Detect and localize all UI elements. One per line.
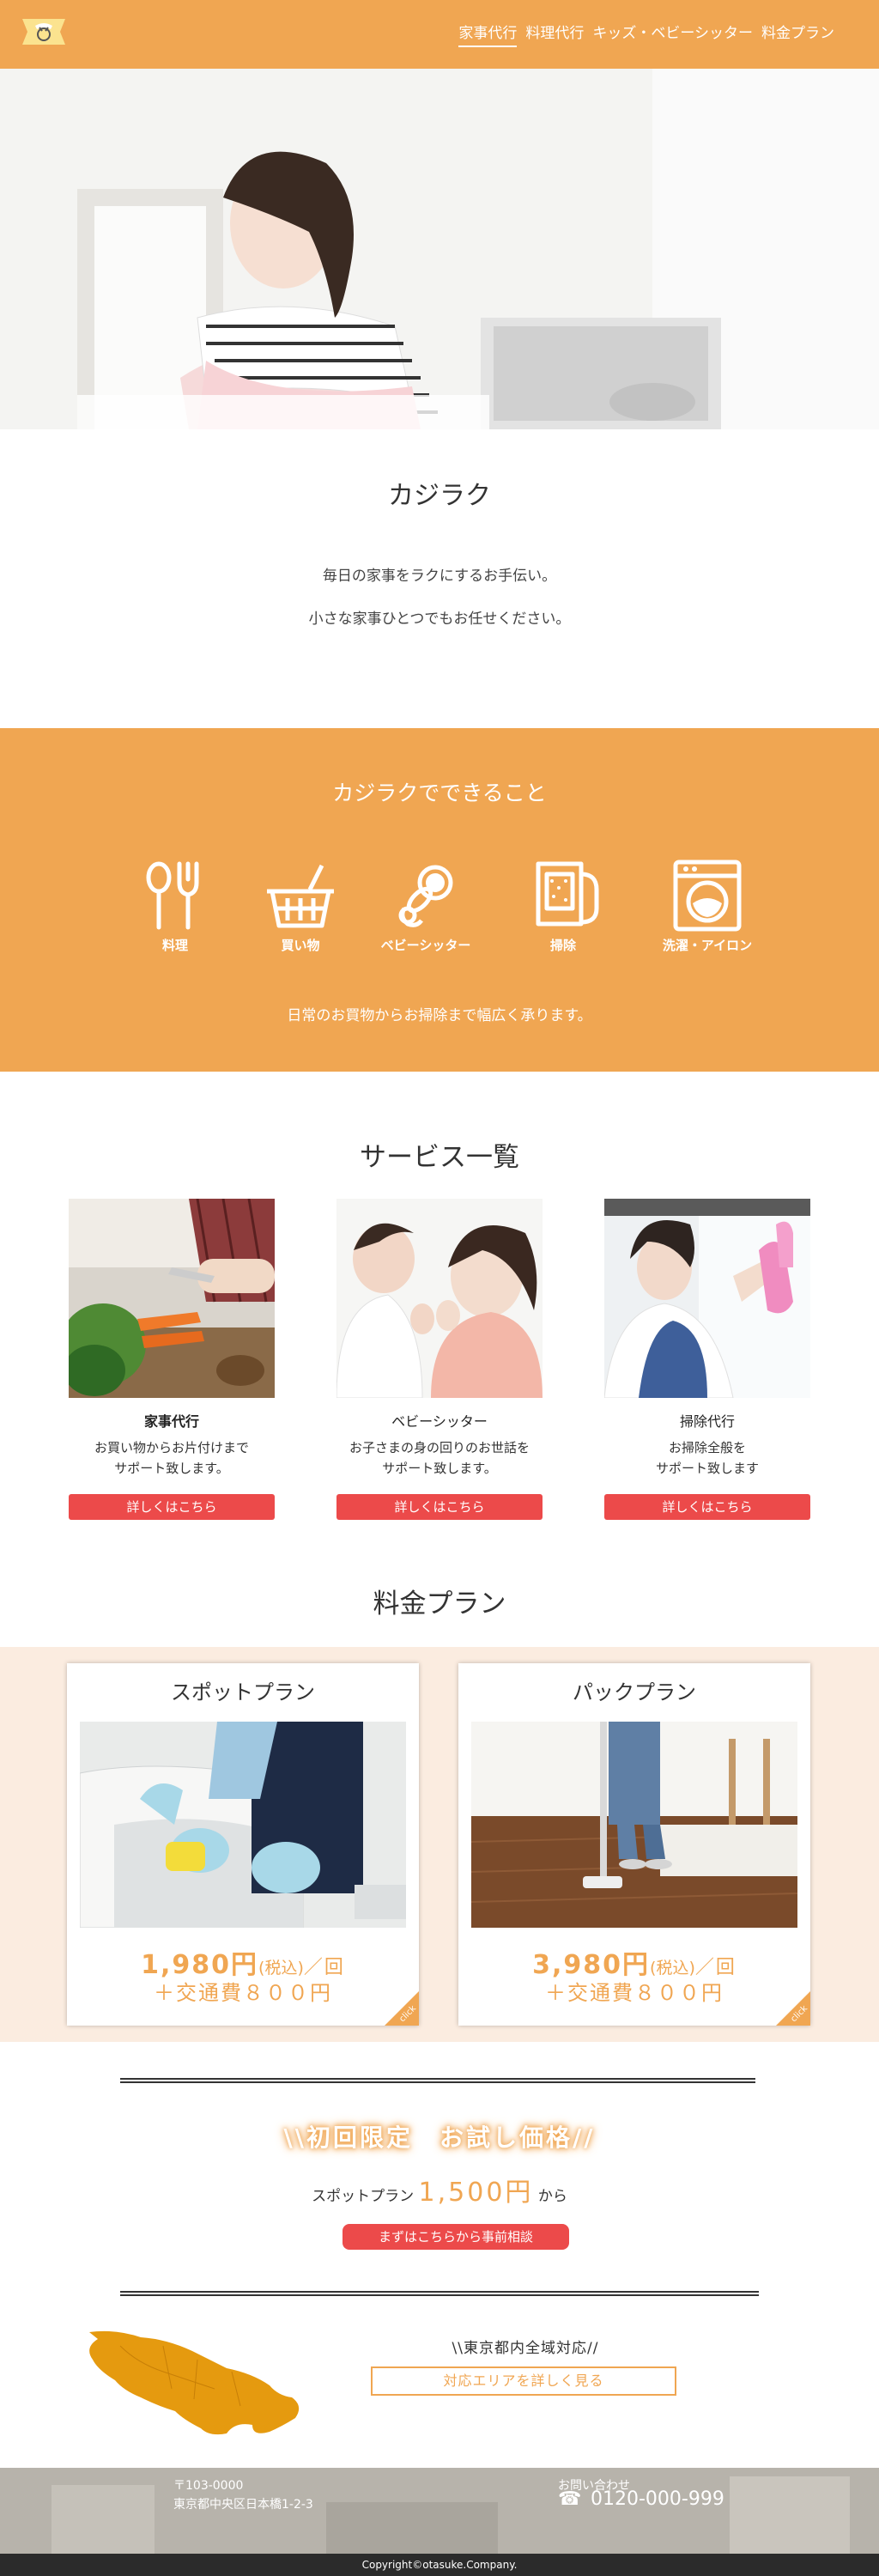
services-title: サービス一覧 [360, 1142, 519, 1173]
plan-fee: ＋交通費８００円 [154, 1981, 332, 2005]
cando-item-shopping: 買い物 [236, 859, 365, 954]
site-footer [0, 2468, 879, 2554]
intro-line-1: 毎日の家事をラクにするお手伝い。 [322, 568, 557, 585]
plan-name: パックプラン [573, 1680, 696, 1704]
campaign-plan-suffix: から [537, 2188, 567, 2205]
service-name: 家事代行 [143, 1413, 199, 1430]
plan-name: スポットプラン [171, 1680, 315, 1704]
service-name: ベビーシッター [391, 1413, 488, 1430]
plan-price-tax: (税込) [258, 1959, 304, 1978]
tokyo-map-icon[interactable] [86, 2329, 304, 2435]
logo-icon[interactable] [21, 14, 67, 50]
nav-cooking[interactable]: 料理代行 [525, 21, 584, 47]
plan-image-spot [80, 1722, 406, 1928]
consultation-button[interactable]: まずはこちらから事前相談 [343, 2224, 569, 2250]
telephone-icon: ☎ [558, 2488, 582, 2510]
nav-babysitter[interactable]: キッズ・ベビーシッター [592, 21, 753, 47]
cando-item-laundry: 洗濯・アイロン [643, 859, 772, 954]
service-desc-line-1: お子さまの身の回りのお世話を [349, 1440, 530, 1455]
plan-image-pack [471, 1722, 797, 1928]
service-image-babysitter [336, 1199, 543, 1398]
plan-price-tax: (税込) [650, 1959, 695, 1978]
cando-item-cleaning: 掃除 [499, 859, 627, 954]
main-nav: 家事代行 料理代行 キッズ・ベビーシッター 料金プラン [458, 21, 834, 47]
footer-phone[interactable]: ☎ 0120-000-999 [558, 2488, 724, 2510]
footer-phone-number: 0120-000-999 [591, 2488, 724, 2510]
service-name: 掃除代行 [679, 1413, 735, 1430]
campaign-plan-name: スポットプラン [312, 2188, 415, 2205]
service-desc: お子さまの身の回りのお世話を サポート致します。 [336, 1437, 543, 1479]
divider-top [120, 2078, 755, 2083]
services-overview-band: カジラクでできること 料理 買い物 ベビーシッター 掃除 洗濯・アイロン 日常の… [0, 728, 879, 1072]
intro-title: カジラク [388, 481, 491, 511]
service-desc: お掃除全般を サポート致します [604, 1437, 810, 1479]
copyright: Copyright©otasuke.Company. [0, 2554, 879, 2576]
footer-postal: 〒103-0000 [173, 2479, 244, 2493]
plan-card-spot[interactable]: スポットプラン 1,980円(税込)／回 ＋交通費８００円 click [67, 1663, 419, 2026]
service-image-cleaning [604, 1199, 810, 1398]
cando-label-babysitter: ベビーシッター [380, 938, 471, 953]
details-button-housework[interactable]: 詳しくはこちら [69, 1494, 275, 1520]
cando-label-shopping: 買い物 [281, 938, 320, 953]
cooking-utensils-icon [146, 861, 199, 930]
service-card-cleaning: 掃除代行 お掃除全般を サポート致します 詳しくはこちら [604, 1199, 810, 1520]
cando-label-laundry: 洗濯・アイロン [662, 938, 753, 953]
service-desc-line-2: サポート致します。 [114, 1461, 229, 1476]
service-card-babysitter: ベビーシッター お子さまの身の回りのお世話を サポート致します。 詳しくはこちら [336, 1199, 543, 1520]
cando-item-babysitter: ベビーシッター [361, 859, 490, 954]
divider-bottom [120, 2291, 759, 2296]
washing-machine-icon [673, 860, 742, 932]
service-card-housework: 家事代行 お買い物からお片付けまで サポート致します。 詳しくはこちら [69, 1199, 275, 1520]
cando-title: カジラクでできること [332, 781, 547, 805]
cando-text: 日常のお買物からお掃除まで幅広く承ります。 [287, 1007, 592, 1024]
plan-card-pack[interactable]: パックプラン 3,980円(税込)／回 ＋交通費８００円 click [458, 1663, 810, 2026]
service-desc: お買い物からお片付けまで サポート致します。 [69, 1437, 275, 1479]
plan-fee: ＋交通費８００円 [545, 1981, 724, 2005]
shopping-basket-icon [267, 864, 334, 928]
plans-title: 料金プラン [373, 1589, 506, 1619]
cando-label-cleaning: 掃除 [549, 938, 576, 953]
details-button-babysitter[interactable]: 詳しくはこちら [336, 1494, 543, 1520]
service-desc-line-2: サポート致します。 [382, 1461, 497, 1476]
service-desc-line-1: お買い物からお片付けまで [94, 1440, 249, 1455]
campaign-plan-price: 1,500円 [418, 2178, 534, 2208]
area-label: \\東京都内全域対応// [452, 2340, 599, 2357]
footer-address: 東京都中央区日本橋1-2-3 [173, 2498, 313, 2512]
intro-line-2: 小さな家事ひとつでもお任せください。 [308, 611, 571, 628]
area-details-button[interactable]: 対応エリアを詳しく見る [371, 2366, 676, 2396]
nav-pricing[interactable]: 料金プラン [761, 21, 834, 47]
cando-label-cooking: 料理 [161, 938, 188, 953]
service-desc-line-1: お掃除全般を [668, 1440, 746, 1455]
campaign-title: \\初回限定 お試し価格// [283, 2123, 596, 2152]
baby-pacifier-icon [398, 865, 453, 927]
site-header: 家事代行 料理代行 キッズ・ベビーシッター 料金プラン [0, 0, 879, 69]
service-desc-line-2: サポート致します [655, 1461, 759, 1476]
cando-item-cooking: 料理 [111, 859, 239, 954]
hero-image [0, 69, 879, 429]
service-image-housework [69, 1199, 275, 1398]
campaign-plan: スポットプラン 1,500円 から [0, 2171, 879, 2208]
nav-housework[interactable]: 家事代行 [458, 21, 518, 47]
cleaning-bucket-icon [536, 861, 599, 927]
details-button-cleaning[interactable]: 詳しくはこちら [604, 1494, 810, 1520]
